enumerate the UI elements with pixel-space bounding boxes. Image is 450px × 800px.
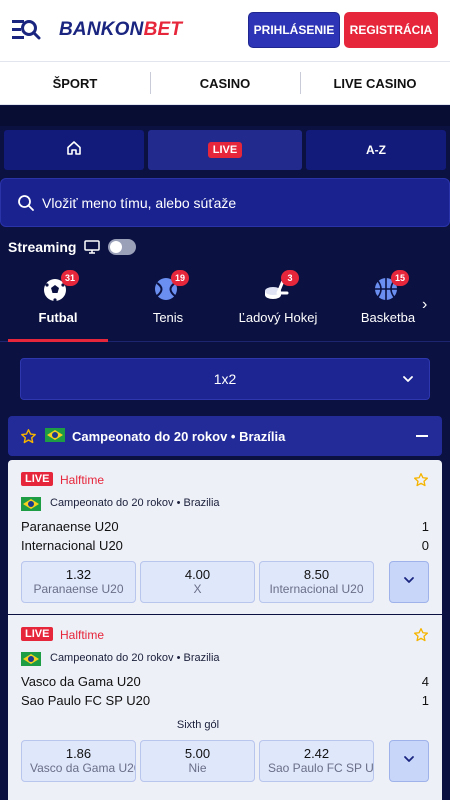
- odd-label: Vasco da Gama U20: [30, 761, 135, 775]
- collapse-icon[interactable]: [416, 435, 428, 437]
- match-league: Campeonato do 20 rokov • Brazilia: [50, 652, 220, 664]
- active-tab-indicator: [8, 339, 108, 342]
- sport-tab-tenis[interactable]: 19 Tenis: [113, 270, 223, 340]
- away-team: Sao Paulo FC SP U20: [21, 693, 151, 708]
- match-status: Halftime: [60, 473, 105, 487]
- live-tab[interactable]: LIVE: [148, 130, 302, 170]
- nav-casino[interactable]: CASINO: [150, 62, 300, 104]
- sport-label: Ľadový Hokej: [238, 310, 318, 325]
- match-card[interactable]: LIVE Halftime Campeonato do 20 rokov • B…: [8, 615, 442, 800]
- match-card[interactable]: LIVE Halftime Campeonato do 20 rokov • B…: [8, 460, 442, 614]
- more-markets-button[interactable]: [389, 561, 429, 603]
- sport-tab-futbal[interactable]: 31 Futbal: [3, 270, 113, 340]
- sport-label: Futbal: [38, 310, 78, 325]
- search-input[interactable]: Vložiť meno tímu, alebo súťaže: [0, 178, 450, 227]
- odd-label: X: [193, 582, 202, 596]
- home-score: 4: [421, 674, 429, 689]
- odd-value: 1.32: [65, 567, 92, 582]
- odd-value: 4.00: [184, 567, 211, 582]
- nav-live-casino[interactable]: LIVE CASINO: [300, 62, 450, 104]
- search-placeholder: Vložiť meno tímu, alebo súťaže: [42, 194, 237, 211]
- streaming-label: Streaming: [8, 239, 77, 255]
- chevron-down-icon: [401, 372, 415, 386]
- brazil-flag-icon: [21, 652, 41, 671]
- away-team: Internacional U20: [21, 538, 123, 553]
- home-team: Paranaense U20: [21, 519, 119, 534]
- odd-value: 1.86: [65, 746, 92, 761]
- market-value: 1x2: [213, 371, 237, 387]
- sport-count-badge: 15: [391, 270, 409, 286]
- odd-button-away[interactable]: 8.50 Internacional U20: [259, 561, 374, 603]
- top-navigation: ŠPORT CASINO LIVE CASINO: [0, 62, 450, 105]
- sport-count-badge: 19: [171, 270, 189, 286]
- scroll-right-icon[interactable]: ›: [422, 296, 427, 314]
- market-subtitle: Sixth gól: [176, 719, 220, 731]
- search-menu-icon[interactable]: [11, 17, 41, 43]
- home-team: Vasco da Gama U20: [21, 674, 141, 689]
- away-score: 1: [421, 693, 429, 708]
- bankonbet-logo[interactable]: BANKONBET: [59, 19, 182, 41]
- chevron-down-icon: [402, 752, 416, 771]
- az-tab[interactable]: A-Z: [306, 130, 446, 170]
- market-select[interactable]: 1x2: [20, 358, 430, 400]
- odd-button-away[interactable]: 2.42 Sao Paulo FC SP U20: [259, 740, 374, 782]
- sport-count-badge: 31: [61, 270, 79, 286]
- more-markets-button[interactable]: [389, 740, 429, 782]
- header: BANKONBET PRIHLÁSENIE REGISTRÁCIA: [0, 0, 450, 62]
- login-button[interactable]: PRIHLÁSENIE: [248, 12, 340, 48]
- match-status: Halftime: [60, 628, 105, 642]
- chevron-down-icon: [402, 573, 416, 592]
- odd-value: 2.42: [303, 746, 330, 761]
- odd-label: Internacional U20: [269, 582, 364, 596]
- home-score: 1: [421, 519, 429, 534]
- league-name: Campeonato do 20 rokov • Brazília: [72, 428, 286, 444]
- brazil-flag-icon: [21, 497, 41, 516]
- streaming-toggle[interactable]: [108, 239, 137, 255]
- league-header[interactable]: Campeonato do 20 rokov • Brazília: [8, 416, 442, 456]
- live-badge: LIVE: [207, 142, 243, 158]
- favorite-star-icon[interactable]: [20, 428, 37, 445]
- nav-sport[interactable]: ŠPORT: [0, 62, 150, 104]
- live-badge: LIVE: [21, 472, 54, 486]
- odd-label: Paranaense U20: [33, 582, 124, 596]
- favorite-star-icon[interactable]: [413, 472, 429, 488]
- register-button[interactable]: REGISTRÁCIA: [344, 12, 438, 48]
- odd-button-home[interactable]: 1.86 Vasco da Gama U20: [21, 740, 136, 782]
- odd-label: Nie: [188, 761, 207, 775]
- odd-label: Sao Paulo FC SP U20: [268, 761, 373, 775]
- toggle-knob: [110, 241, 123, 253]
- home-icon: [66, 140, 82, 161]
- odd-button-draw[interactable]: 4.00 X: [140, 561, 255, 603]
- match-league: Campeonato do 20 rokov • Brazilia: [50, 497, 220, 509]
- brazil-flag-icon: [45, 427, 65, 445]
- sport-count-badge: 3: [281, 270, 299, 286]
- live-badge: LIVE: [21, 627, 54, 641]
- streaming-filter: Streaming: [8, 239, 137, 255]
- sport-tab-ladovy-hokej[interactable]: 3 Ľadový Hokej: [223, 270, 333, 340]
- odd-button-no[interactable]: 5.00 Nie: [140, 740, 255, 782]
- search-icon: [17, 194, 35, 212]
- sport-label: Tenis: [152, 310, 184, 325]
- favorite-star-icon[interactable]: [413, 627, 429, 643]
- away-score: 0: [421, 538, 429, 553]
- odd-value: 8.50: [303, 567, 330, 582]
- divider-band: [0, 106, 450, 126]
- odd-value: 5.00: [184, 746, 211, 761]
- tv-icon: [84, 240, 101, 254]
- home-tab[interactable]: [4, 130, 144, 170]
- odd-button-home[interactable]: 1.32 Paranaense U20: [21, 561, 136, 603]
